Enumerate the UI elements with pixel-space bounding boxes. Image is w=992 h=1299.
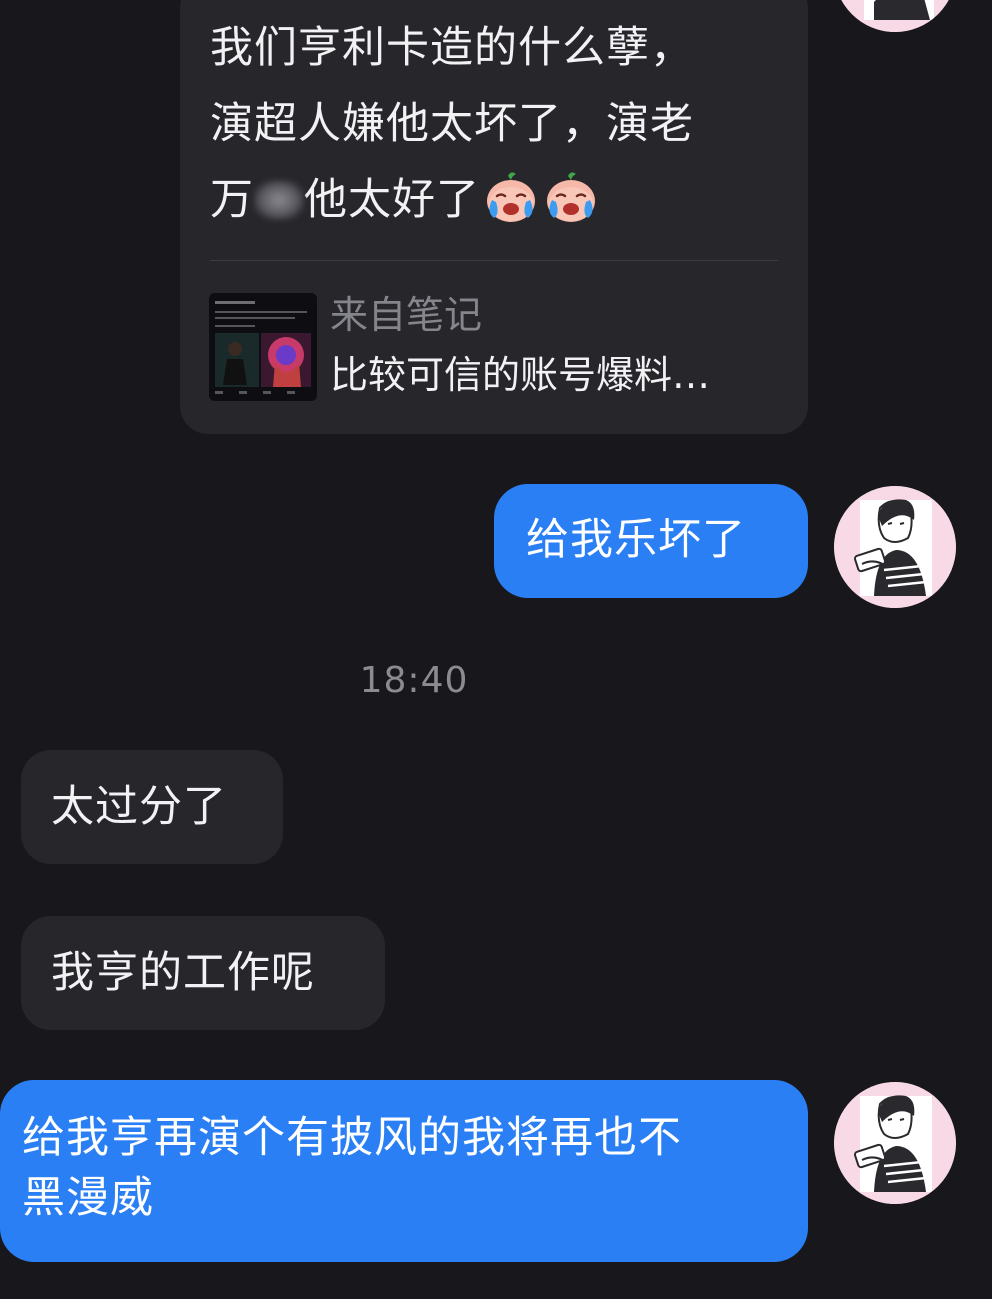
shared-note-message[interactable]: 我们亨利卡造的什么孽， 演超人嫌他太坏了，演老 万他太好了 来自笔记 比较可信的… — [180, 0, 808, 434]
avatar-illustration-icon — [834, 486, 956, 608]
user-avatar[interactable] — [834, 1082, 956, 1204]
note-source-label: 来自笔记 — [330, 293, 483, 337]
caption-text-end: 他太好了 — [304, 175, 480, 225]
incoming-message-bubble[interactable]: 太过分了 — [21, 750, 283, 864]
message-text: 太过分了 — [51, 782, 227, 832]
outgoing-message-bubble[interactable]: 给我乐坏了 — [494, 484, 808, 598]
chat-timestamp: 18:40 — [359, 660, 469, 701]
shared-note-caption: 我们亨利卡造的什么孽， 演超人嫌他太坏了，演老 万他太好了 — [210, 10, 790, 238]
note-title: 比较可信的账号爆料… — [330, 353, 711, 397]
card-divider — [210, 260, 778, 261]
note-thumbnail[interactable] — [209, 293, 317, 401]
message-text: 给我乐坏了 — [526, 515, 746, 565]
message-text-line-2: 黑漫威 — [22, 1173, 154, 1223]
outgoing-message-bubble[interactable]: 给我亨再演个有披风的我将再也不 黑漫威 — [0, 1080, 808, 1262]
loudly-crying-face-icon — [482, 168, 540, 226]
caption-line-3: 万他太好了 — [210, 162, 790, 238]
note-thumbnail-image — [209, 293, 317, 401]
avatar-illustration-icon — [841, 0, 949, 32]
avatar-illustration-icon — [834, 1082, 956, 1204]
caption-line-2: 演超人嫌他太坏了，演老 — [210, 99, 694, 149]
caption-line-1: 我们亨利卡造的什么孽， — [210, 23, 694, 73]
loudly-crying-face-icon — [542, 168, 600, 226]
caption-text-start: 万 — [210, 175, 254, 225]
message-text-line-1: 给我亨再演个有披风的我将再也不 — [22, 1113, 682, 1163]
incoming-message-bubble[interactable]: 我亨的工作呢 — [21, 916, 385, 1030]
censored-character — [254, 180, 304, 220]
message-text: 我亨的工作呢 — [51, 948, 315, 998]
user-avatar[interactable] — [834, 486, 956, 608]
user-avatar[interactable] — [834, 0, 956, 32]
